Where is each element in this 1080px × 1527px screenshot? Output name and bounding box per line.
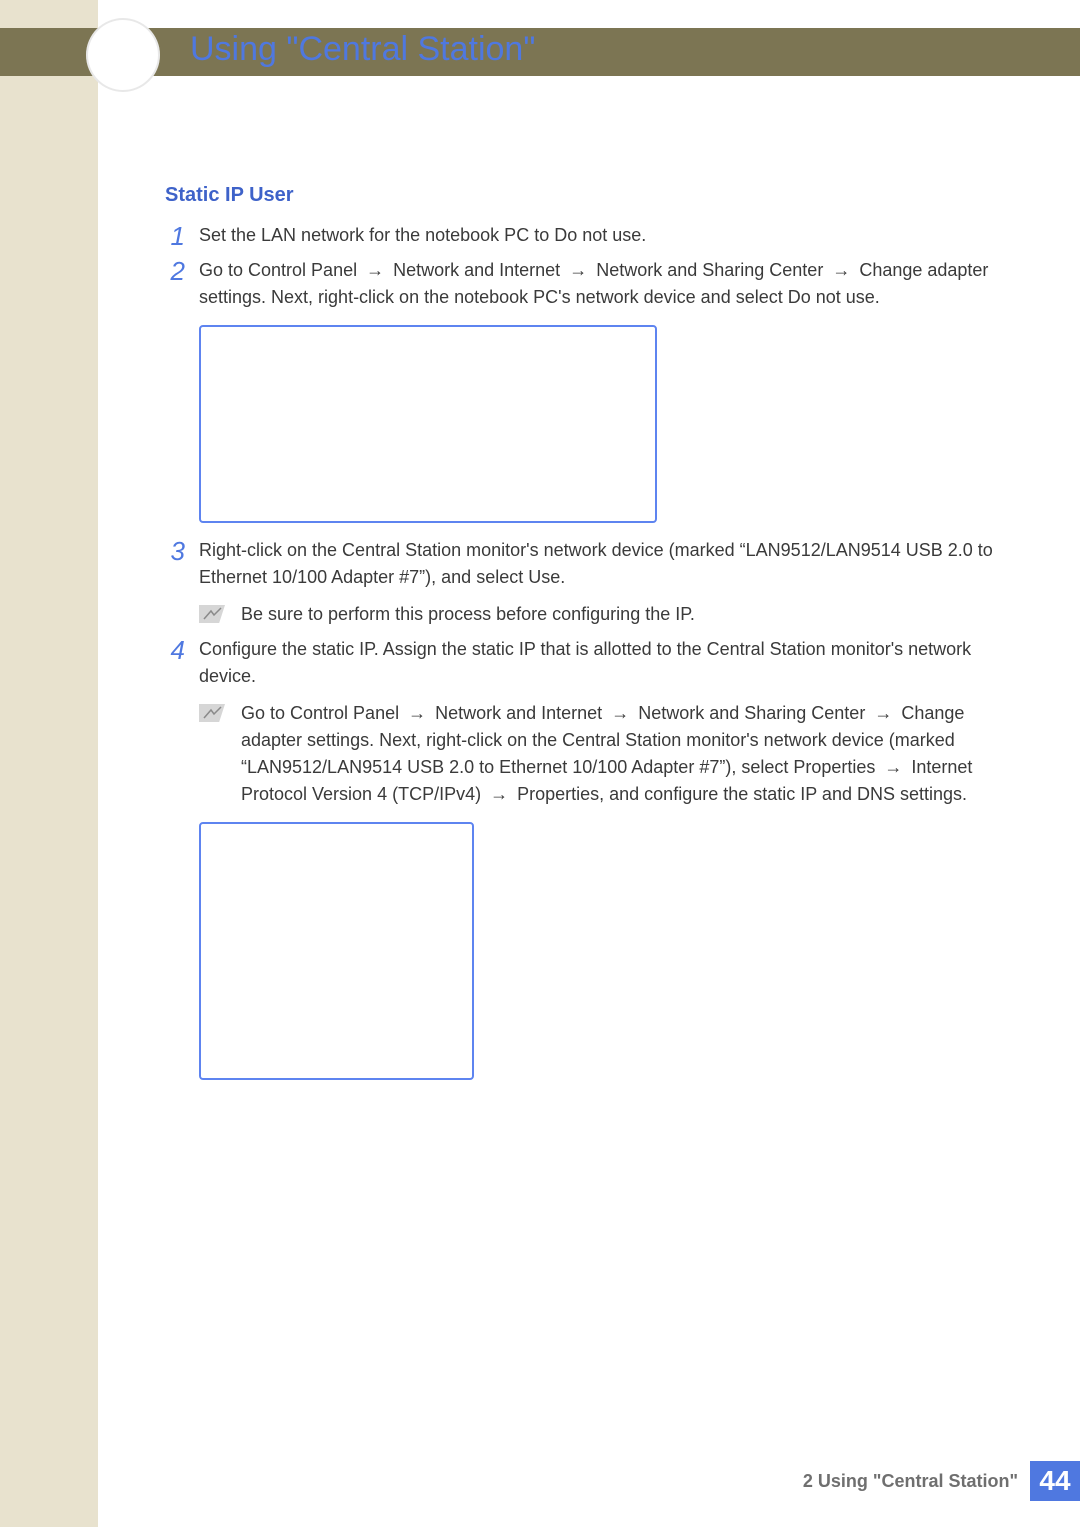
step-text: Configure the static IP. Assign the stat…	[199, 636, 1005, 690]
chapter-title: Using "Central Station"	[190, 30, 535, 69]
note-icon	[199, 604, 225, 622]
text-fragment: Go to Control Panel	[199, 260, 362, 280]
step-text: Go to Control Panel → Network and Intern…	[199, 257, 1005, 311]
text-fragment: Network and Sharing Center	[633, 703, 870, 723]
text-fragment: Network and Internet	[388, 260, 565, 280]
page-number: 44	[1030, 1461, 1080, 1501]
note-block: Go to Control Panel → Network and Intern…	[199, 700, 1005, 808]
step-3: 3 Right-click on the Central Station mon…	[165, 537, 1005, 591]
note-block: Be sure to perform this process before c…	[199, 601, 1005, 628]
step-1: 1 Set the LAN network for the notebook P…	[165, 222, 1005, 251]
page: Using "Central Station" Static IP User 1…	[0, 0, 1080, 1527]
footer-chapter-label: 2 Using "Central Station"	[803, 1461, 1030, 1501]
header-band	[0, 28, 1080, 76]
arrow-icon: →	[486, 781, 512, 808]
step-text: Set the LAN network for the notebook PC …	[199, 222, 1005, 251]
step-2: 2 Go to Control Panel → Network and Inte…	[165, 257, 1005, 311]
step-number: 2	[165, 257, 185, 311]
note-text: Go to Control Panel → Network and Intern…	[241, 700, 1005, 808]
footer: 2 Using "Central Station" 44	[803, 1461, 1080, 1501]
step-number: 1	[165, 222, 185, 251]
step-number: 4	[165, 636, 185, 690]
step-number: 3	[165, 537, 185, 591]
arrow-icon: →	[828, 257, 854, 284]
arrow-icon: →	[404, 700, 430, 727]
screenshot-placeholder-2	[199, 822, 474, 1080]
chapter-number-circle	[86, 18, 160, 92]
text-fragment: Properties, and configure the static IP …	[512, 784, 967, 804]
content-area: Static IP User 1 Set the LAN network for…	[165, 180, 1005, 1094]
arrow-icon: →	[880, 754, 906, 781]
step-text: Right-click on the Central Station monit…	[199, 537, 1005, 591]
section-heading: Static IP User	[165, 180, 1005, 210]
text-fragment: Go to Control Panel	[241, 703, 404, 723]
arrow-icon: →	[870, 700, 896, 727]
step-4: 4 Configure the static IP. Assign the st…	[165, 636, 1005, 690]
text-fragment: Network and Internet	[430, 703, 607, 723]
note-icon	[199, 703, 225, 721]
text-fragment: Network and Sharing Center	[591, 260, 828, 280]
screenshot-placeholder-1	[199, 325, 657, 523]
arrow-icon: →	[565, 257, 591, 284]
arrow-icon: →	[607, 700, 633, 727]
arrow-icon: →	[362, 257, 388, 284]
sidebar-decorative-band	[0, 0, 98, 1527]
note-text: Be sure to perform this process before c…	[241, 601, 1005, 628]
